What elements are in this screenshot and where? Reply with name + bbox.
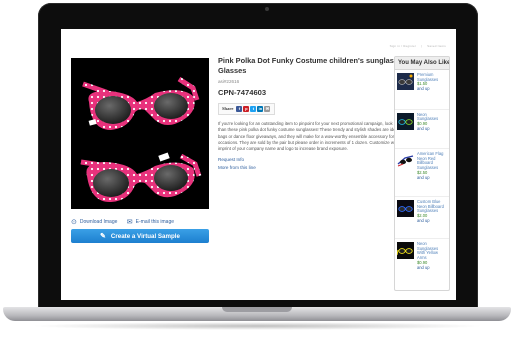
laptop-screen: Sign in / Register | Saved Items ⊙ Downl… [61,29,456,300]
header-links: Sign in / Register | Saved Items [390,44,446,48]
related-item-name[interactable]: American Flag Neon Red Billboard Sunglas… [417,151,443,170]
linkedin-icon[interactable]: in [257,105,264,112]
related-item-text: Neon Sunglasses With Yellow Arms $0.90 a… [417,241,447,282]
product-sku: asi#22616 [218,79,240,85]
related-item-suffix: and up [417,264,430,270]
related-item[interactable]: Premium Sunglasses $1.50 and up [395,70,449,110]
image-tools: ⊙ Download Image ✉ E-mail this image [71,218,211,226]
product-image[interactable] [71,58,209,209]
email-image-link[interactable]: ✉ E-mail this image [127,218,174,226]
related-item-suffix: and up [417,86,430,92]
create-virtual-sample-button[interactable]: ✎ Create a Virtual Sample [71,229,209,243]
sunglasses-thumbnail-icon [397,200,414,217]
related-item-text: Premium Sunglasses $1.50 and up [417,72,447,109]
sunglasses-thumbnail-icon [397,73,414,90]
product-info: Pink Polka Dot Funky Costume children's … [218,56,416,170]
related-item-text: Neon Sunglasses $0.90 and up [417,112,447,149]
related-item-thumbnail[interactable] [397,200,414,217]
share-label: Share [222,106,234,112]
product-cpn: CPN-7474603 [218,88,267,98]
download-image-link[interactable]: ⊙ Download Image [71,218,117,226]
laptop-notch [222,307,292,312]
related-item-suffix: and up [417,125,430,131]
download-icon: ⊙ [71,219,77,226]
share-bar: Share f p t in ✉ [218,102,276,115]
email-icon[interactable]: ✉ [264,105,271,112]
magic-wand-icon: ✎ [100,233,106,240]
related-item-thumbnail[interactable] [397,73,414,90]
facebook-icon[interactable]: f [236,105,243,112]
product-description: If you're looking for an outstanding ite… [218,121,414,152]
related-item-text: Custom Blue Neon Billboard Sunglasses $2… [417,199,447,238]
related-item-name[interactable]: Neon Sunglasses With Yellow Arms [417,241,438,260]
related-item[interactable]: American Flag Neon Red Billboard Sunglas… [395,149,449,197]
related-item-suffix: and up [417,174,430,180]
related-item-thumbnail[interactable] [397,242,414,259]
saved-items-link[interactable]: Saved Items [427,44,446,48]
related-item-thumbnail[interactable] [397,112,414,130]
sunglasses-thumbnail-icon [397,152,414,169]
laptop-shadow [30,322,485,330]
webcam-icon [265,7,269,11]
pink-polka-dot-sunglasses-image [71,58,209,209]
related-item-thumbnail[interactable] [397,152,414,169]
related-item[interactable]: Neon Sunglasses With Yellow Arms $0.90 a… [395,239,449,282]
twitter-icon[interactable]: t [250,105,257,112]
link-separator: | [421,44,423,48]
more-from-line-link[interactable]: More from this line [218,165,416,170]
sign-in-link[interactable]: Sign in / Register [390,44,416,48]
related-item-name[interactable]: Neon Sunglasses [417,112,438,122]
related-item-text: American Flag Neon Red Billboard Sunglas… [417,151,447,196]
pinterest-icon[interactable]: p [243,105,250,112]
sunglasses-thumbnail-icon [397,112,414,130]
request-info-link[interactable]: Request Info [218,157,416,162]
related-item[interactable]: Custom Blue Neon Billboard Sunglasses $2… [395,197,449,239]
product-title: Pink Polka Dot Funky Costume children's … [218,56,407,75]
download-image-label: Download Image [79,219,118,225]
related-products-sidebar: You May Also Like... Premium Sunglasses … [394,56,450,291]
email-image-label: E-mail this image [135,219,175,225]
related-item-suffix: and up [417,217,430,223]
virtual-sample-label: Create a Virtual Sample [110,232,180,240]
sidebar-heading: You May Also Like... [395,57,449,70]
sunglasses-thumbnail-icon [397,242,414,259]
related-item-name[interactable]: Custom Blue Neon Billboard Sunglasses [417,199,444,213]
related-item[interactable]: Neon Sunglasses $0.90 and up [395,110,449,149]
related-item-name[interactable]: Premium Sunglasses [417,72,438,82]
envelope-icon: ✉ [126,219,133,226]
